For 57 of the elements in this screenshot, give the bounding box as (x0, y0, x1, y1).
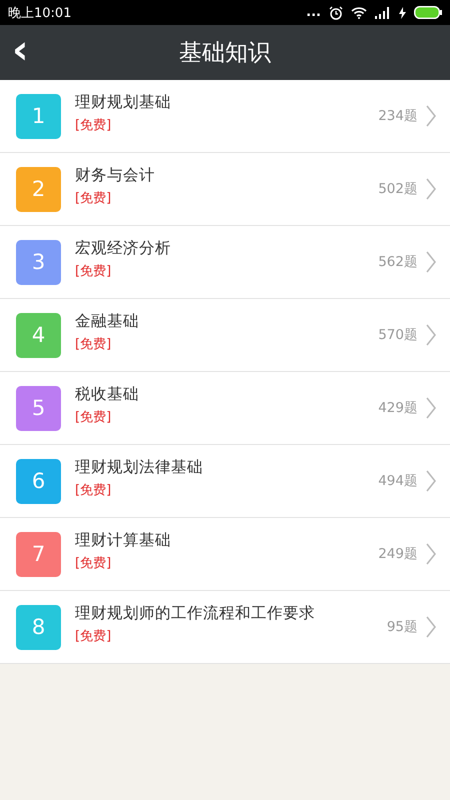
chapter-row[interactable]: 8 理财规划师的工作流程和工作要求 [免费] 95题 (0, 591, 450, 664)
chapter-row[interactable]: 1 理财规划基础 [免费] 234题 (0, 80, 450, 153)
question-count: 95题 (386, 618, 418, 636)
free-tag: [免费] (75, 627, 387, 645)
chevron-right-icon (426, 397, 436, 419)
chevron-right-icon (426, 616, 436, 638)
chapter-number: 7 (16, 532, 61, 576)
chevron-right-icon (426, 251, 436, 273)
chapter-title: 宏观经济分析 (75, 238, 172, 259)
chapter-number: 1 (16, 94, 61, 138)
chapter-number: 8 (16, 604, 61, 650)
chapter-row[interactable]: 3 宏观经济分析 [免费] 562题 (0, 226, 450, 299)
chapter-number: 3 (16, 240, 61, 284)
question-count: 502题 (378, 180, 418, 198)
chapter-number: 6 (16, 458, 61, 504)
more-indicator: ... (306, 5, 321, 20)
chevron-right-icon (426, 543, 436, 565)
signal-icon (375, 6, 391, 18)
chapter-title: 税收基础 (75, 384, 140, 405)
chapter-title: 理财规划法律基础 (75, 457, 204, 478)
chevron-right-icon (426, 470, 436, 492)
chapter-row[interactable]: 5 税收基础 [免费] 429题 (0, 372, 450, 445)
charging-icon (399, 6, 406, 18)
free-tag: [免费] (75, 189, 378, 207)
chapter-number: 5 (16, 386, 61, 430)
alarm-icon (329, 6, 343, 20)
free-tag: [免费] (75, 262, 378, 280)
question-count: 429题 (378, 399, 418, 417)
free-tag: [免费] (75, 335, 378, 353)
question-count: 494题 (378, 472, 418, 490)
chevron-right-icon (426, 324, 436, 346)
chapter-row[interactable]: 2 财务与会计 [免费] 502题 (0, 153, 450, 226)
chapter-title: 理财规划师的工作流程和工作要求 (75, 603, 316, 624)
chapter-title: 金融基础 (75, 311, 140, 332)
chevron-right-icon (426, 105, 436, 127)
chapter-row[interactable]: 6 理财规划法律基础 [免费] 494题 (0, 445, 450, 518)
chapter-title: 财务与会计 (75, 165, 156, 186)
question-count: 249题 (378, 545, 418, 563)
chapter-row[interactable]: 7 理财计算基础 [免费] 249题 (0, 518, 450, 591)
question-count: 234题 (378, 107, 418, 125)
free-tag: [免费] (75, 554, 378, 572)
chevron-right-icon (426, 178, 436, 200)
chapter-title: 理财规划基础 (75, 92, 172, 113)
free-tag: [免费] (75, 481, 378, 499)
chapter-title: 理财计算基础 (75, 530, 172, 551)
wifi-icon (351, 6, 367, 19)
back-button[interactable]: ‹ (0, 30, 36, 76)
free-tag: [免费] (75, 408, 378, 426)
page-title: 基础知识 (179, 39, 271, 68)
chapter-row[interactable]: 4 金融基础 [免费] 570题 (0, 299, 450, 372)
chapter-number: 2 (16, 166, 61, 212)
free-tag: [免费] (75, 116, 378, 134)
status-time: 晚上10:01 (8, 4, 72, 22)
battery-icon (414, 6, 442, 19)
chapter-number: 4 (16, 312, 61, 358)
question-count: 570题 (378, 326, 418, 344)
question-count: 562题 (378, 253, 418, 271)
